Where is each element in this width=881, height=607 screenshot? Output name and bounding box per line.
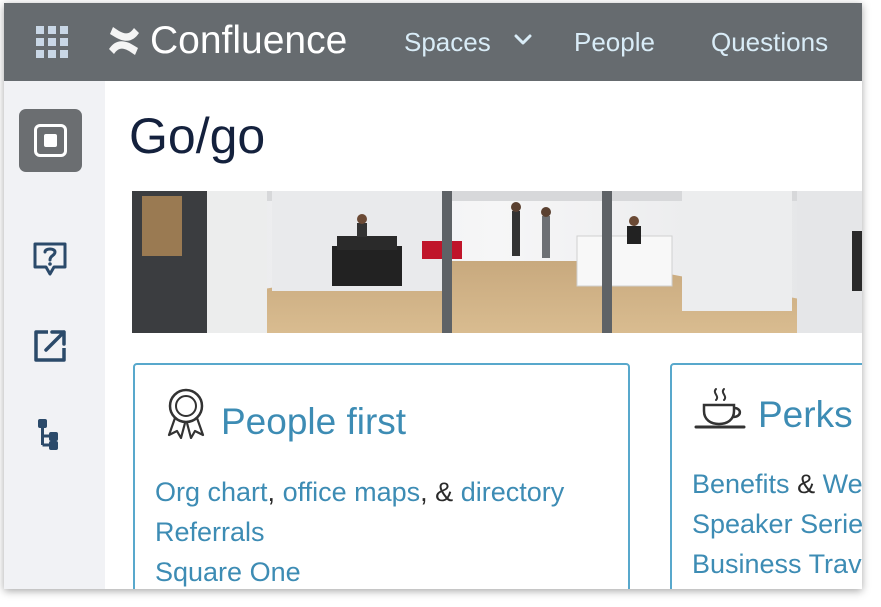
chevron-down-icon[interactable] — [514, 33, 532, 47]
referrals-link[interactable]: Referrals — [155, 515, 265, 549]
speaker-series-link[interactable]: Speaker Serie — [692, 507, 862, 541]
people-first-title[interactable]: People first — [221, 400, 406, 444]
page-content: Go/go People first Org chart, office map… — [105, 81, 862, 589]
people-first-line-1: Org chart, office maps, & directory — [155, 475, 564, 509]
perks-card: Perks Benefits & We Speaker Serie Busine… — [670, 363, 862, 589]
wellness-link[interactable]: We — [823, 469, 862, 499]
question-bubble-icon[interactable] — [30, 239, 70, 279]
space-sidebar — [4, 81, 105, 589]
separator-comma-amp: , & — [420, 477, 454, 507]
org-chart-link[interactable]: Org chart — [155, 477, 268, 507]
top-navigation-bar: Confluence Spaces People Questions — [4, 3, 862, 81]
perks-title[interactable]: Perks — [758, 393, 853, 437]
confluence-wordmark[interactable]: Confluence — [150, 16, 347, 66]
people-first-card: People first Org chart, office maps, & d… — [133, 363, 630, 589]
perks-line-1: Benefits & We — [692, 467, 862, 501]
square-one-link[interactable]: Square One — [155, 555, 301, 589]
office-maps-link[interactable]: office maps — [283, 477, 421, 507]
page-tree-icon[interactable] — [30, 413, 70, 453]
separator-comma: , — [267, 477, 276, 507]
coffee-cup-icon — [694, 388, 746, 429]
square-space-icon[interactable] — [19, 109, 82, 172]
nav-questions[interactable]: Questions — [711, 25, 828, 59]
confluence-logo-icon[interactable] — [107, 24, 141, 58]
page-title: Go/go — [129, 108, 266, 164]
business-travel-link[interactable]: Business Trav — [692, 547, 862, 581]
separator-amp: & — [797, 469, 816, 499]
nav-people[interactable]: People — [574, 25, 655, 59]
directory-link[interactable]: directory — [461, 477, 565, 507]
office-banner-image — [132, 191, 862, 333]
award-ribbon-icon — [167, 388, 205, 439]
browser-frame: Confluence Spaces People Questions Go/go… — [4, 3, 862, 589]
benefits-link[interactable]: Benefits — [692, 469, 790, 499]
space-avatar-dot — [44, 134, 57, 147]
nav-spaces[interactable]: Spaces — [404, 25, 491, 59]
app-switcher-grid-icon[interactable] — [35, 25, 69, 59]
external-link-icon[interactable] — [30, 326, 70, 366]
